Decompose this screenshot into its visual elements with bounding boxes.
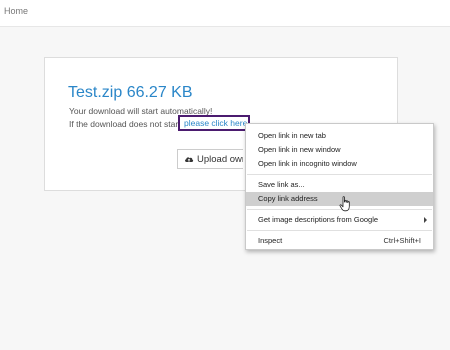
cloud-upload-icon	[184, 154, 194, 164]
top-navbar: Home	[0, 0, 450, 27]
upload-own-button[interactable]: Upload own	[177, 149, 243, 169]
file-title: Test.zip 66.27 KB	[68, 84, 193, 101]
menu-item-label: Save link as...	[258, 180, 305, 189]
menu-open-new-window[interactable]: Open link in new window	[246, 143, 433, 157]
menu-inspect[interactable]: Inspect Ctrl+Shift+I	[246, 234, 433, 248]
menu-open-new-tab[interactable]: Open link in new tab	[246, 129, 433, 143]
hand-cursor-icon	[339, 196, 350, 212]
nav-home-link[interactable]: Home	[4, 6, 28, 16]
menu-item-label: Inspect	[258, 236, 283, 245]
menu-item-label: Get image descriptions from Google	[258, 215, 379, 224]
menu-open-incognito[interactable]: Open link in incognito window	[246, 157, 433, 171]
menu-separator	[247, 174, 432, 175]
manual-download-link[interactable]: please click here	[178, 115, 250, 131]
menu-item-label: Open link in new tab	[258, 131, 326, 140]
submenu-arrow-icon	[424, 217, 427, 223]
menu-save-link-as[interactable]: Save link as...	[246, 178, 433, 192]
context-menu: Open link in new tab Open link in new wi…	[245, 123, 434, 250]
menu-separator	[247, 230, 432, 231]
upload-own-label: Upload own	[197, 153, 243, 165]
menu-get-image-descriptions[interactable]: Get image descriptions from Google	[246, 213, 433, 227]
menu-item-label: Open link in incognito window	[258, 159, 357, 168]
menu-item-label: Open link in new window	[258, 145, 341, 154]
menu-item-label: Copy link address	[258, 194, 318, 203]
fallback-message: If the download does not start,	[69, 119, 183, 129]
menu-shortcut: Ctrl+Shift+I	[383, 236, 421, 245]
